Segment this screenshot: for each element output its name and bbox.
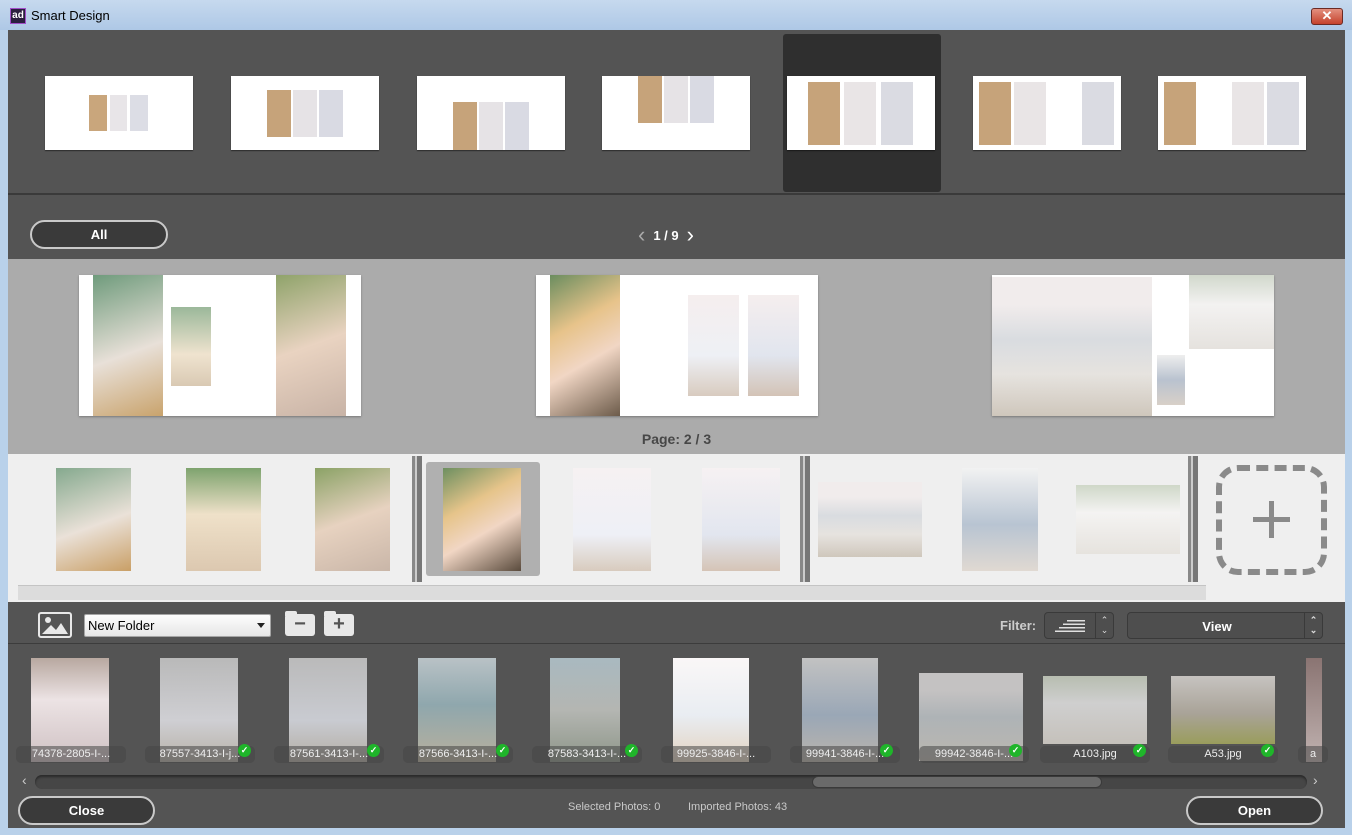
page-strip [8,454,1345,602]
scrollbar-thumb[interactable] [812,776,1102,788]
window-title: Smart Design [31,8,110,23]
photo-bouquet-bride[interactable] [93,275,163,416]
layout-nav-bar: All ‹ 1 / 9 › [8,211,1345,259]
page-divider-handle[interactable] [412,456,422,582]
folder-plus-icon: + [333,613,345,635]
layout-pager: ‹ 1 / 9 › [638,223,694,247]
strip-photo-bride-garden[interactable] [315,468,390,571]
strip-photo-couple-kiss-suit[interactable] [962,468,1038,571]
view-spinner-icon[interactable]: ⌃ ⌄ [1304,613,1322,638]
layout-option-4[interactable] [598,34,756,192]
chevron-right-icon[interactable]: › [687,224,694,246]
layout-option-3[interactable] [413,34,571,192]
scroll-left-icon[interactable]: ‹ [22,772,27,788]
photo-thumb[interactable]: 87561-3413-I-... ✓ [274,658,384,763]
page-divider-handle[interactable] [1188,456,1198,582]
imported-check-icon: ✓ [1133,744,1146,757]
add-page-button[interactable] [1216,465,1327,575]
page-divider-handle[interactable] [800,456,810,582]
spread-3[interactable] [992,275,1274,416]
layout-option-2[interactable] [227,34,385,192]
imported-check-icon: ✓ [1009,744,1022,757]
strip-photo-couple-beach[interactable] [702,468,780,571]
view-select[interactable]: View ⌃ ⌄ [1127,612,1323,639]
photo-thumb[interactable]: 99925-3846-I-... [661,658,771,763]
photo-thumb[interactable]: 87566-3413-I-... ✓ [403,658,513,763]
photo-thumb[interactable]: A53.jpg ✓ [1168,658,1278,763]
folder-minus-icon: − [294,613,306,635]
photo-couple-kiss-beach[interactable] [992,277,1152,416]
layout-option-6[interactable] [969,34,1127,192]
strip-photo-bride-flowers[interactable] [186,468,261,571]
all-button[interactable]: All [30,220,168,249]
selected-photos-count: Selected Photos: 0 [568,801,661,813]
add-folder-button[interactable]: + [324,611,354,636]
imported-check-icon: ✓ [367,744,380,757]
layout-option-1[interactable] [41,34,199,192]
page-counter: 1 / 9 [653,227,679,243]
filter-label: Filter: [1000,618,1037,633]
strip-photo-couple-tree[interactable] [1076,485,1180,554]
remove-folder-button[interactable]: − [285,611,315,636]
strip-photo-bouquet-bride[interactable] [56,468,131,571]
photo-thumb[interactable]: 87557-3413-I-j... ✓ [145,658,255,763]
strip-photo-couple-kiss-beach[interactable] [818,482,922,557]
photo-bride-beach-back[interactable] [688,295,739,396]
close-button[interactable]: Close [18,796,155,825]
photo-bride-flowers[interactable] [171,307,211,386]
strip-photo-bride-beach-back[interactable] [573,468,651,571]
photo-browser-scrollbar[interactable] [35,775,1307,789]
photo-thumb-label: 74378-2805-I-... [16,746,126,763]
layout-option-5-selected[interactable] [783,34,941,192]
dropdown-arrow-icon [257,623,265,628]
layout-option-7[interactable] [1154,34,1312,192]
folder-dropdown-value: New Folder [88,618,155,633]
photo-thumb[interactable]: 99942-3846-I-... ✓ [919,658,1029,763]
page-label: Page: 2 / 3 [641,431,712,447]
photo-couple-beach[interactable] [748,295,799,396]
imported-check-icon: ✓ [625,744,638,757]
app-logo-icon: ad [10,8,26,24]
imported-check-icon: ✓ [496,744,509,757]
photo-couple-tree[interactable] [1189,275,1274,349]
photo-thumb[interactable]: 99941-3846-I-... ✓ [790,658,900,763]
image-icon[interactable] [38,612,72,638]
photo-browser: 74378-2805-I-... 87557-3413-I-j... ✓ 875… [8,645,1345,765]
photo-bride-garden[interactable] [276,275,346,416]
filter-spinner-icon[interactable]: ⌃ ⌄ [1095,613,1113,638]
photo-thumb[interactable]: A103.jpg ✓ [1040,658,1150,763]
window-close-button[interactable]: ✕ [1311,8,1343,25]
filter-lines-icon [1055,620,1085,632]
spread-preview: Page: 2 / 3 [8,259,1345,454]
photo-thumb-label: a [1298,746,1328,763]
imported-check-icon: ✓ [880,744,893,757]
filter-select[interactable]: ⌃ ⌄ [1044,612,1114,639]
spread-2[interactable] [536,275,818,416]
photo-couple-closeup[interactable] [550,275,620,416]
chevron-left-icon[interactable]: ‹ [638,224,645,246]
page-strip-scrollbar[interactable] [18,585,1206,600]
layout-strip [8,30,1345,195]
imported-check-icon: ✓ [1261,744,1274,757]
close-x-icon: ✕ [1321,8,1333,23]
photo-thumb[interactable]: 74378-2805-I-... [16,658,126,763]
spread-1[interactable] [79,275,361,416]
photo-couple-kiss-small[interactable] [1157,355,1185,405]
photo-thumb[interactable]: a [1298,658,1328,763]
strip-photo-couple-closeup[interactable] [443,468,521,571]
title-bar: ad Smart Design ✕ [0,0,1352,30]
photo-thumb-label: 99925-3846-I-... [661,746,771,763]
folder-dropdown[interactable]: New Folder [84,614,271,637]
view-label: View [1202,619,1232,634]
smart-design-dialog: All ‹ 1 / 9 › Page: 2 / 3 New Folder − +… [8,30,1345,828]
photo-toolbar: New Folder − + Filter: ⌃ ⌄ View ⌃ ⌄ [8,602,1345,644]
imported-check-icon: ✓ [238,744,251,757]
imported-photos-count: Imported Photos: 43 [688,801,788,813]
open-button[interactable]: Open [1186,796,1323,825]
photo-thumb[interactable]: 87583-3413-I-... ✓ [532,658,642,763]
scroll-right-icon[interactable]: › [1313,772,1318,788]
